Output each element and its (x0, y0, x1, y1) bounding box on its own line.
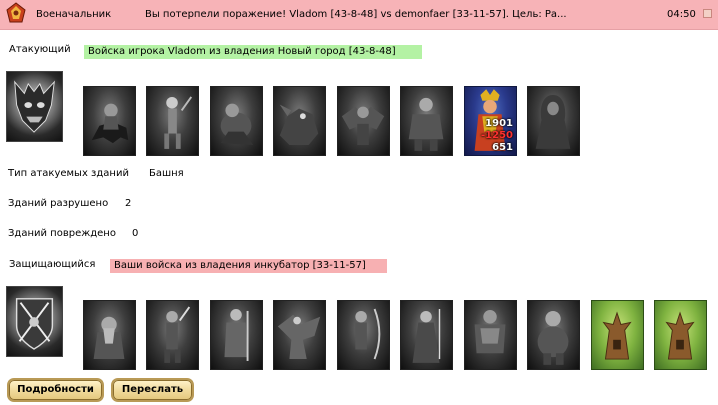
destroyed-value: 2 (125, 198, 132, 209)
message-subject[interactable]: Вы потерпели поражение! Vladom [43-8-48]… (145, 9, 585, 20)
attacker-title: Войска игрока Vladom из владения Новый г… (84, 45, 422, 59)
defender-unit-3[interactable] (210, 300, 263, 370)
defender-unit-1[interactable] (83, 300, 136, 370)
elf-mage-icon (412, 309, 441, 363)
attacker-label: Атакующий (9, 44, 71, 55)
defender-unit-6[interactable] (400, 300, 453, 370)
defender-label: Защищающийся (9, 259, 96, 270)
undead-rider-icon (91, 103, 129, 144)
building-type-value: Башня (149, 168, 184, 179)
attacker-unit-1[interactable] (83, 86, 136, 156)
details-button[interactable]: Подробности (7, 378, 104, 402)
attacker-unit-2[interactable] (146, 86, 199, 156)
attacker-unit-8[interactable] (527, 86, 580, 156)
message-header: Военачальник Вы потерпели поражение! Vla… (0, 0, 718, 30)
skeleton-warrior-icon (164, 96, 193, 149)
building-type-label: Тип атакуемых зданий (8, 168, 129, 179)
defender-unit-10[interactable] (654, 300, 707, 370)
attacker-unit-3[interactable] (210, 86, 263, 156)
dwarf-warrior-icon (93, 316, 125, 360)
defender-unit-8[interactable] (527, 300, 580, 370)
tree-tower-icon (602, 311, 632, 360)
ogre-icon (537, 310, 569, 365)
ghoul-icon (220, 103, 254, 146)
attacker-unit-6[interactable] (400, 86, 453, 156)
shade-wraith-icon (535, 95, 571, 149)
brute-icon (408, 97, 444, 151)
crossed-swords-crest-icon (15, 298, 54, 350)
defender-hero-portrait[interactable] (6, 286, 63, 357)
demon-skull-crest-icon (14, 80, 55, 133)
paladin-icon (224, 309, 249, 361)
undead-hound-icon (279, 104, 319, 146)
griffin-icon (277, 314, 321, 360)
defender-unit-4[interactable] (273, 300, 326, 370)
forward-button[interactable]: Переслать (111, 378, 194, 402)
damaged-label: Зданий повреждено (8, 228, 116, 239)
archer-icon (355, 308, 381, 360)
defender-unit-2[interactable] (146, 300, 199, 370)
gargoyle-icon (341, 106, 385, 146)
defender-title: Ваши войска из владения инкубатор [33-11… (110, 259, 387, 273)
message-time: 04:50 (667, 9, 696, 20)
defender-unit-5[interactable] (337, 300, 390, 370)
tree-tower-icon (665, 311, 695, 360)
attacker-unit-4[interactable] (273, 86, 326, 156)
defender-unit-9[interactable] (591, 300, 644, 370)
warlord-badge-icon (5, 2, 27, 24)
unit-count-before: 1901 (485, 118, 513, 129)
unit-losses: -1250 (481, 130, 513, 141)
destroyed-label: Зданий разрушено (8, 198, 109, 209)
heavy-knight-icon (474, 309, 506, 354)
attacker-unit-5[interactable] (337, 86, 390, 156)
sender-name: Военачальник (36, 9, 112, 20)
damaged-value: 0 (132, 228, 139, 239)
attacker-unit-7[interactable]: 1901 -1250 651 (464, 86, 517, 156)
attacker-hero-portrait[interactable] (6, 71, 63, 142)
select-checkbox[interactable] (703, 9, 712, 18)
unit-count-after: 651 (492, 142, 513, 153)
defender-unit-7[interactable] (464, 300, 517, 370)
swordsman-icon (164, 306, 191, 363)
